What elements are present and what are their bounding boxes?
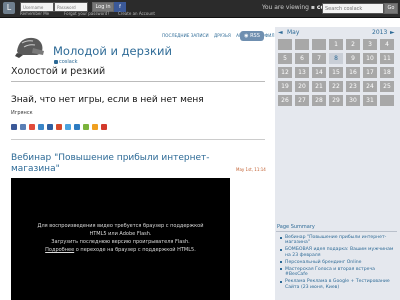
calendar-prev-icon[interactable]: ◄	[278, 29, 283, 36]
search-input[interactable]	[322, 3, 384, 14]
page-summary-item[interactable]: Мастерская Голоса и вторая встреча #BesC…	[280, 267, 398, 278]
calendar-month[interactable]: May	[287, 29, 299, 36]
journal-owner: coslack	[54, 59, 78, 65]
blog-subtitle: Холостой и резкий	[11, 66, 106, 77]
calendar-empty-cell	[295, 39, 309, 50]
nav-recent-entries[interactable]: ПОСЛЕДНИЕ ЗАПИСИ	[162, 33, 209, 38]
post-title-link[interactable]: Вебинар "Повышение прибыли интернет-мага…	[11, 153, 231, 175]
share-icon[interactable]	[83, 124, 89, 130]
calendar-empty-cell	[380, 95, 394, 106]
video-message-line: HTML5 или Adobe Flash.	[89, 231, 152, 237]
calendar-day: 14	[312, 67, 326, 78]
user-icon	[54, 59, 58, 64]
divider	[276, 231, 397, 232]
video-player[interactable]: Для воспроизведения видео требуется брау…	[11, 178, 230, 300]
calendar-day: 6	[295, 53, 309, 64]
calendar-day: 21	[312, 81, 326, 92]
calendar-day: 9	[346, 53, 360, 64]
calendar-day: 4	[380, 39, 394, 50]
userpic-avatar[interactable]	[13, 33, 47, 59]
video-message-rest: о переходе на браузер с поддержкой HTML5…	[74, 247, 196, 253]
calendar-day: 11	[380, 53, 394, 64]
calendar-empty-cell	[278, 39, 292, 50]
rss-label: RSS	[250, 33, 260, 39]
livejournal-logo-icon[interactable]: L	[3, 2, 15, 14]
share-icon[interactable]	[38, 124, 44, 130]
html5-more-link[interactable]: Подробнее	[45, 247, 74, 253]
flash-download-link[interactable]: Загрузить последнюю версию проигрывателя…	[11, 238, 230, 246]
journal-owner-link[interactable]: coslack	[59, 59, 78, 65]
calendar-day: 23	[346, 81, 360, 92]
share-icon[interactable]	[74, 124, 80, 130]
rss-icon: ◉	[244, 33, 249, 39]
calendar-empty-cell	[312, 39, 326, 50]
calendar-next-icon[interactable]: ►	[390, 29, 395, 36]
calendar-day: 1	[329, 39, 343, 50]
divider	[11, 81, 265, 82]
calendar-day: 31	[363, 95, 377, 106]
share-icon[interactable]	[20, 124, 26, 130]
share-icon[interactable]	[101, 124, 107, 130]
post-date: May 1st, 11:14	[236, 167, 266, 172]
calendar-day: 3	[363, 39, 377, 50]
page-summary-item[interactable]: БОМБОВАЯ идея подарка: Вашим мужчинам на…	[280, 247, 398, 258]
remember-me-checkbox[interactable]: Remember Me	[20, 11, 49, 16]
calendar-day: 19	[278, 81, 292, 92]
page-summary-item[interactable]: Реклама Реклама в Google + Тестирование …	[280, 279, 398, 290]
calendar-year[interactable]: 2013	[372, 29, 387, 36]
nav-friends[interactable]: ДРУЗЬЯ	[214, 33, 231, 38]
calendar: ◄ May 2013 ► 1 2 3 4 5 6 7 8 9 10 11 12 13 14 15 16 17 18…	[277, 28, 397, 110]
quote-author: Игрянск	[11, 110, 33, 116]
divider	[11, 139, 265, 140]
calendar-day: 18	[380, 67, 394, 78]
video-fallback-message: Для воспроизведения видео требуется брау…	[11, 222, 230, 254]
video-message-line: Для воспроизведения видео требуется брау…	[37, 223, 204, 229]
page-summary-item[interactable]: Вебинар "Повышение прибыли интернет-мага…	[280, 235, 398, 246]
calendar-day: 17	[363, 67, 377, 78]
blog-title[interactable]: Молодой и дерзкий	[53, 44, 172, 58]
calendar-day: 27	[295, 95, 309, 106]
calendar-day: 20	[295, 81, 309, 92]
video-message-line: Подробнее о переходе на браузер с поддер…	[11, 246, 230, 254]
calendar-day[interactable]: 8	[329, 53, 343, 64]
share-icon[interactable]	[47, 124, 53, 130]
share-icon[interactable]	[65, 124, 71, 130]
quote-text: Знай, что нет игры, если в ней нет меня	[11, 95, 204, 105]
calendar-day: 15	[329, 67, 343, 78]
share-icon[interactable]	[56, 124, 62, 130]
person-icon: ▪	[310, 4, 315, 11]
calendar-day: 24	[363, 81, 377, 92]
calendar-day: 16	[346, 67, 360, 78]
calendar-day: 30	[346, 95, 360, 106]
create-account-link[interactable]: Create an Account	[118, 11, 155, 16]
top-bar: L Log in f Remember Me Forgot your passw…	[0, 0, 400, 18]
page-summary-heading: Page Summary	[277, 224, 315, 230]
forgot-password-link[interactable]: Forgot your password?	[64, 11, 109, 16]
calendar-day: 29	[329, 95, 343, 106]
share-icon[interactable]	[29, 124, 35, 130]
calendar-day: 28	[312, 95, 326, 106]
page-summary-item[interactable]: Персональный брендинг Online	[280, 260, 398, 265]
rss-button[interactable]: ◉ RSS	[240, 31, 264, 41]
calendar-day: 22	[329, 81, 343, 92]
calendar-day: 10	[363, 53, 377, 64]
calendar-day: 13	[295, 67, 309, 78]
calendar-day: 12	[278, 67, 292, 78]
calendar-day: 26	[278, 95, 292, 106]
page-summary-list: Вебинар "Повышение прибыли интернет-мага…	[280, 235, 398, 292]
calendar-day: 7	[312, 53, 326, 64]
share-icon[interactable]	[11, 124, 17, 130]
calendar-day: 25	[380, 81, 394, 92]
viewing-prefix: You are viewing	[262, 4, 309, 11]
search-go-button[interactable]: Go	[384, 3, 398, 14]
calendar-day: 5	[278, 53, 292, 64]
calendar-day: 2	[346, 39, 360, 50]
share-icon[interactable]	[92, 124, 98, 130]
